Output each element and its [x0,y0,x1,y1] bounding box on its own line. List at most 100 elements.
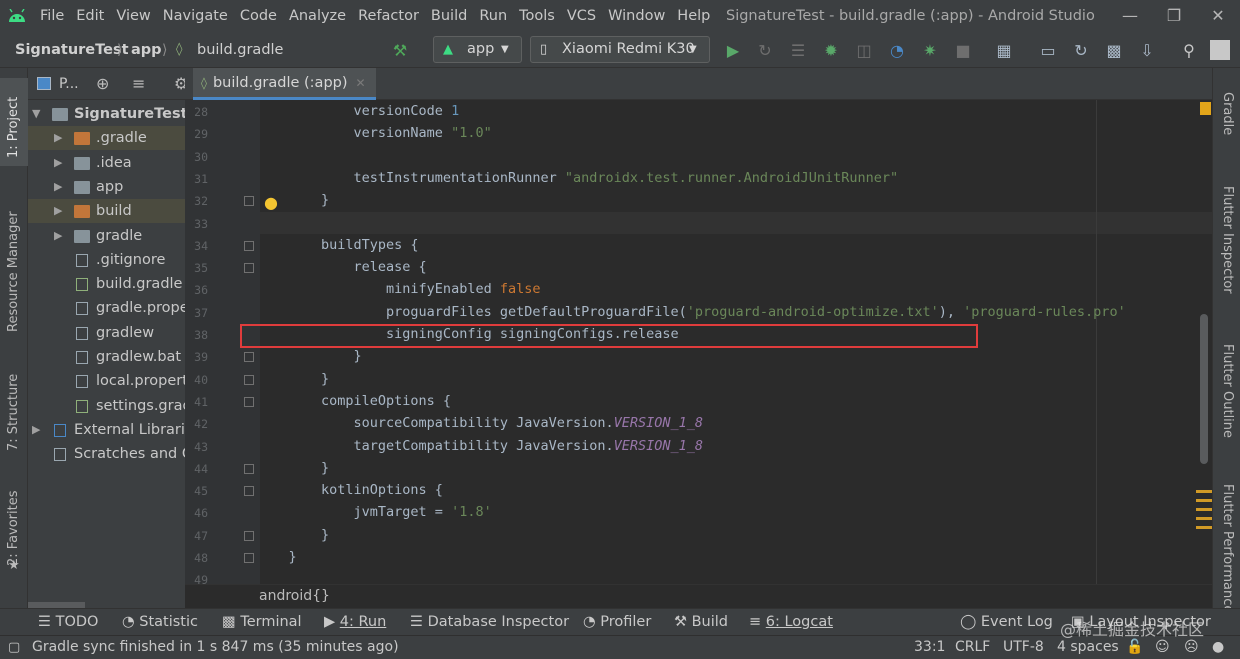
device-select[interactable]: ▯ Xiaomi Redmi K30 ▼ [530,36,710,63]
profile-icon[interactable]: ◫ [852,38,876,62]
tree-item[interactable]: ▶ gradle [28,224,185,248]
breadcrumb-file[interactable]: build.gradle [197,32,283,68]
tool-database-inspector[interactable]: ☰ Database Inspector [410,609,569,636]
lightbulb-icon[interactable]: ● [264,193,278,212]
collapse-all-icon[interactable]: ≡ [132,68,145,100]
sdk-manager-icon[interactable]: ⇩ [1135,38,1159,62]
apply-code-changes-icon[interactable]: ☰ [786,38,810,62]
tool-favorites[interactable]: 2: Favorites [6,490,21,566]
chevron-right-icon[interactable]: ▶ [54,175,62,199]
fold-marker-icon[interactable] [244,486,254,497]
tool-build[interactable]: ⚒ Build [674,609,728,636]
line-number[interactable]: 31 [186,172,208,186]
fold-marker-icon[interactable] [244,396,254,407]
project-structure-icon[interactable]: ▦ [992,38,1016,62]
line-number[interactable]: 47 [186,529,208,543]
chevron-right-icon[interactable]: ▶ [54,199,62,223]
menu-edit[interactable]: Edit [70,0,110,32]
sync-gradle-icon[interactable]: ▭ [1036,38,1060,62]
tool-flutter-inspector[interactable]: Flutter Inspector [1220,186,1235,294]
attach-debugger-icon[interactable]: ✷ [918,38,942,62]
fold-marker-icon[interactable] [244,263,254,274]
gauge-icon[interactable]: ◔ [885,38,909,62]
tool-structure[interactable]: 7: Structure [6,374,21,451]
chevron-right-icon[interactable]: ▶ [54,224,62,248]
tool-terminal[interactable]: ▩ Terminal [222,609,302,636]
tree-item[interactable]: ▶ app [28,175,185,199]
fold-marker-icon[interactable] [244,196,254,207]
line-number[interactable]: 46 [186,506,208,520]
tool-resource-manager[interactable]: Resource Manager [6,211,21,332]
tree-item[interactable]: Scratches and Co [28,442,185,466]
tree-item[interactable]: gradle.proper [28,296,185,320]
menu-view[interactable]: View [110,0,156,32]
tab-build-gradle-app[interactable]: ◊ build.gradle (:app) ✕ [193,68,376,100]
tree-item[interactable]: gradlew.bat [28,345,185,369]
menu-window[interactable]: Window [602,0,671,32]
project-view-select[interactable]: P... [59,68,79,100]
tree-item[interactable]: build.gradle [28,272,185,296]
tool-project[interactable]: 1: Project [6,97,21,158]
menu-file[interactable]: File [34,0,70,32]
breadcrumb-project[interactable]: SignatureTest [15,32,129,68]
line-number[interactable]: 45 [186,484,208,498]
line-number[interactable]: 38 [186,328,208,342]
menu-run[interactable]: Run [473,0,513,32]
line-number[interactable]: 28 [186,105,208,119]
run-config-select[interactable]: ▲ app ▼ [433,36,522,63]
line-number[interactable]: 35 [186,261,208,275]
warning-marker-icon[interactable] [1200,102,1211,115]
fold-marker-icon[interactable] [244,352,254,363]
status-message[interactable]: Gradle sync finished in 1 s 847 ms (35 m… [32,636,399,659]
tool-flutter-performance[interactable]: Flutter Performance [1220,484,1235,613]
restore-button[interactable]: ❐ [1152,0,1196,32]
tree-item[interactable]: ▶ .idea [28,151,185,175]
line-number[interactable]: 29 [186,127,208,141]
stop-icon[interactable]: ■ [951,38,975,62]
line-number[interactable]: 40 [186,373,208,387]
close-tab-icon[interactable]: ✕ [356,76,366,90]
hammer-icon[interactable]: ⚒ [388,38,412,62]
menu-build[interactable]: Build [425,0,473,32]
notification-icon[interactable]: ● [1212,636,1224,659]
menu-vcs[interactable]: VCS [561,0,602,32]
tree-item[interactable]: ▶ External Librarie [28,418,185,442]
tree-item[interactable]: ▼ SignatureTest [28,102,185,126]
fold-marker-icon[interactable] [244,240,254,251]
search-icon[interactable]: ⚲ [1177,38,1201,62]
line-number[interactable]: 33 [186,217,208,231]
menu-tools[interactable]: Tools [513,0,561,32]
line-number[interactable]: 37 [186,306,208,320]
tree-item[interactable]: ▶ build [28,199,185,224]
line-number[interactable]: 32 [186,194,208,208]
tool-run[interactable]: ▶ 4: Run [324,609,386,636]
tree-item[interactable]: ▶ .gradle [28,126,185,151]
tree-item[interactable]: local.properti [28,369,185,393]
status-toggle-icon[interactable]: ▢ [8,636,20,659]
tree-item[interactable]: gradlew [28,321,185,345]
close-window-button[interactable]: ✕ [1196,0,1240,32]
line-separator[interactable]: CRLF [955,636,990,659]
fold-marker-icon[interactable] [244,463,254,474]
tree-item[interactable]: settings.grad [28,394,185,418]
avatar[interactable] [1210,40,1230,60]
minimize-button[interactable]: — [1108,0,1152,32]
avd-manager-icon[interactable]: ↻ [1069,38,1093,62]
fold-marker-icon[interactable] [244,374,254,385]
settings-icon[interactable]: ⚙ [174,68,185,100]
editor-scrollbar[interactable] [1200,314,1208,464]
chevron-right-icon[interactable]: ▶ [32,418,40,442]
apply-changes-icon[interactable]: ↻ [753,38,777,62]
line-number[interactable]: 42 [186,417,208,431]
tool-profiler[interactable]: ◔ Profiler [583,609,651,636]
fold-marker-icon[interactable] [244,553,254,563]
chevron-right-icon[interactable]: ▶ [54,151,62,175]
device-manager-icon[interactable]: ▩ [1102,38,1126,62]
locate-icon[interactable]: ⊕ [96,68,109,100]
line-number[interactable]: 30 [186,150,208,164]
tool-gradle[interactable]: Gradle [1220,92,1235,135]
menu-analyze[interactable]: Analyze [283,0,352,32]
debug-icon[interactable]: ✹ [819,38,843,62]
tool-event-log[interactable]: ◯ Event Log [960,609,1053,636]
menu-navigate[interactable]: Navigate [157,0,234,32]
